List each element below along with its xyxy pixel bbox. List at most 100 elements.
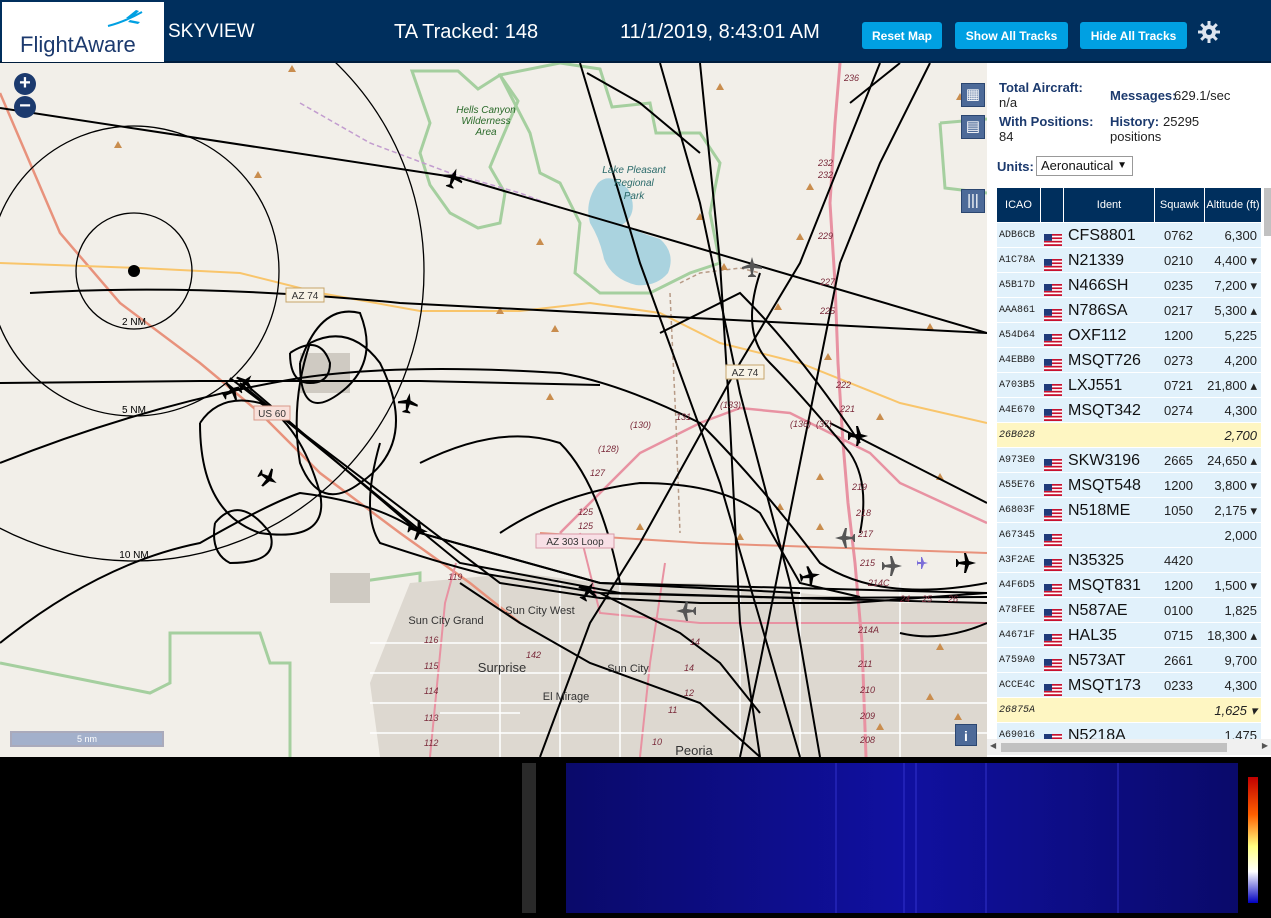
label-sun-city-west: Sun City West [505,605,575,617]
table-row[interactable]: A54D64 OXF112 1200 5,225 [997,323,1261,348]
aircraft-panel: Total Aircraft: n/a With Positions: 84 M… [987,63,1271,757]
units-select[interactable]: Aeronautical ▼ [1036,156,1133,176]
reset-map-button[interactable]: Reset Map [862,22,942,49]
route-114: 114 [424,686,438,696]
table-row[interactable]: 26875A 1,625 ▾ [997,698,1261,723]
cell-squawk: 1200 [1164,578,1193,593]
label-peoria: Peoria [675,743,713,757]
cell-icao: ADB6CB [999,230,1036,241]
columns-icon: ||| [967,192,979,209]
col-flag[interactable] [1041,188,1063,222]
cell-ident: N466SH [1068,277,1129,294]
grid-button[interactable]: ▤ [961,115,985,139]
table-row[interactable]: A4F6D5 MSQT831 1200 1,500 ▾ [997,573,1261,598]
route-218: 218 [855,508,871,518]
cell-ident: CFS8801 [1068,227,1136,244]
label-park: Park [624,191,646,202]
cell-ident: HAL35 [1068,627,1117,644]
route-209: 209 [859,711,875,721]
map-view[interactable]: Hells Canyon Wilderness Area Lake Pleasa… [0,63,987,757]
cell-icao: A4F6D5 [999,580,1036,591]
route-127: 127 [590,468,606,478]
chevron-down-icon: ▼ [1117,160,1127,171]
info-button[interactable]: i [955,724,977,746]
shield-az74-west: AZ 74 [292,291,319,302]
cell-altitude: 4,400 ▾ [1214,253,1257,268]
table-row[interactable]: A973E0 SKW3196 2665 24,650 ▴ [997,448,1261,473]
route-26: 26 [947,594,958,604]
cell-altitude: 4,300 [1224,678,1257,693]
route-227: 227 [819,277,836,287]
table-row[interactable]: A6803F N518ME 1050 2,175 ▾ [997,498,1261,523]
us-flag-icon [1044,254,1062,271]
vertical-scrollbar[interactable] [1264,188,1271,236]
cell-altitude: 9,700 [1224,653,1257,668]
route-232a: 232 [817,158,833,168]
cell-altitude: 7,200 ▾ [1214,278,1257,293]
route-133: (133) [720,400,741,410]
table-row[interactable]: A1C78A N21339 0210 4,400 ▾ [997,248,1261,273]
us-flag-icon [1044,554,1062,571]
table-row[interactable]: A5B17D N466SH 0235 7,200 ▾ [997,273,1261,298]
cell-squawk: 4420 [1164,553,1193,568]
col-ident[interactable]: Ident [1064,188,1154,222]
zoom-in-button[interactable]: + [14,73,36,95]
map-layers-button[interactable]: ▦ [961,83,985,107]
route-136: (136) [790,419,811,429]
us-flag-icon [1044,454,1062,471]
cell-altitude: 3,800 ▾ [1214,478,1257,493]
table-row[interactable]: A78FEE N587AE 0100 1,825 [997,598,1261,623]
gear-icon[interactable] [1197,20,1221,44]
urban-areas [300,353,987,757]
table-row[interactable]: A4671F HAL35 0715 18,300 ▴ [997,623,1261,648]
column-toggle-button[interactable]: ||| [961,189,985,213]
label-sun-city-grand: Sun City Grand [408,615,483,627]
route-24: 24 [899,594,910,604]
scroll-right-icon[interactable]: ▶ [1262,741,1268,750]
route-217: 217 [857,529,874,539]
label-surprise: Surprise [478,660,526,675]
route-225: 225 [819,306,836,316]
show-all-tracks-button[interactable]: Show All Tracks [955,22,1068,49]
route-11: 11 [668,705,677,715]
shield-az74-east: AZ 74 [732,368,759,379]
flightaware-logo[interactable]: FlightAware [2,2,164,62]
cell-icao: A4E670 [999,405,1036,416]
cell-ident: MSQT342 [1068,402,1141,419]
scrollbar-thumb[interactable] [1001,743,1227,752]
table-row[interactable]: A55E76 MSQT548 1200 3,800 ▾ [997,473,1261,498]
label-area: Area [474,127,497,138]
table-row[interactable]: ACCE4C MSQT173 0233 4,300 [997,673,1261,698]
map-canvas[interactable]: Hells Canyon Wilderness Area Lake Pleasa… [0,63,987,757]
table-row[interactable]: A759A0 N573AT 2661 9,700 [997,648,1261,673]
scroll-left-icon[interactable]: ◀ [990,741,996,750]
hide-all-tracks-button[interactable]: Hide All Tracks [1080,22,1187,49]
cell-altitude: 5,225 [1224,328,1257,343]
table-row[interactable]: A4EBB0 MSQT726 0273 4,200 [997,348,1261,373]
col-squawk[interactable]: Squawk [1155,188,1204,222]
route-14: 14 [690,637,700,647]
cell-icao: A5B17D [999,280,1036,291]
cell-squawk: 1200 [1164,328,1193,343]
horizontal-scrollbar[interactable]: ◀ ▶ [987,739,1271,755]
cell-icao: A703B5 [999,380,1036,391]
table-row[interactable]: 26B028 2,700 [997,423,1261,448]
table-row[interactable]: A3F2AE N35325 4420 [997,548,1261,573]
table-row[interactable]: ADB6CB CFS8801 0762 6,300 [997,223,1261,248]
table-row[interactable]: A67345 2,000 [997,523,1261,548]
table-row[interactable]: A4E670 MSQT342 0274 4,300 [997,398,1261,423]
col-icao[interactable]: ICAO [997,188,1040,222]
table-row[interactable]: A703B5 LXJ551 0721 21,800 ▴ [997,373,1261,398]
airport-icon [917,557,928,569]
cell-ident: MSQT726 [1068,352,1141,369]
col-altitude[interactable]: Altitude (ft) [1205,188,1261,222]
zoom-out-button[interactable]: − [14,96,36,118]
table-row[interactable]: AAA861 N786SA 0217 5,300 ▴ [997,298,1261,323]
clock: 11/1/2019, 8:43:01 AM [620,21,820,43]
app-name: SKYVIEW [168,21,255,42]
cell-icao: A54D64 [999,330,1036,341]
cell-altitude: 4,300 [1224,403,1257,418]
pane-divider[interactable] [522,763,536,913]
us-flag-icon [1044,504,1062,521]
route-119: 119 [448,572,462,582]
